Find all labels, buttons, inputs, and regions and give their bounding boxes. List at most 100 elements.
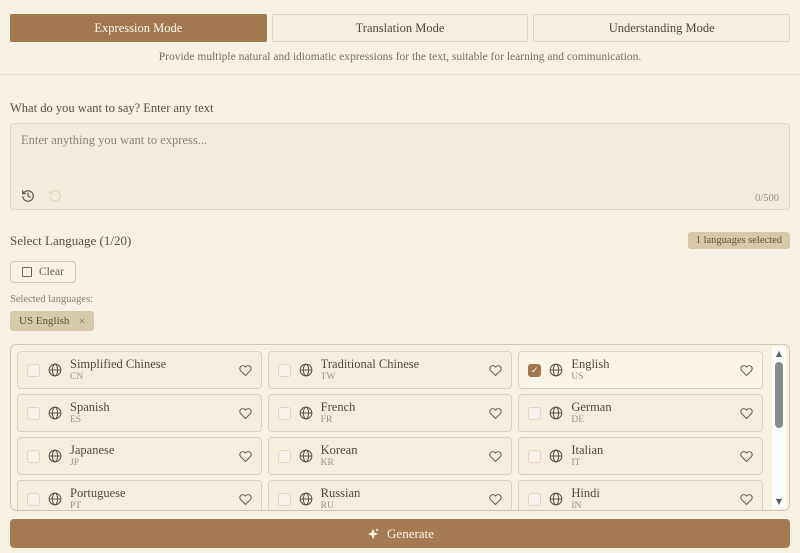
language-code: DE (571, 415, 611, 426)
scroll-down-arrow[interactable]: ▼ (772, 495, 786, 508)
heart-icon[interactable] (239, 450, 252, 463)
language-name: Traditional Chinese (321, 357, 420, 372)
tab-understanding-mode[interactable]: Understanding Mode (533, 14, 790, 42)
language-card[interactable]: ✓ German DE (518, 394, 763, 432)
language-name: Simplified Chinese (70, 357, 166, 372)
language-text: German DE (571, 400, 611, 426)
heart-icon[interactable] (740, 450, 753, 463)
language-code: US (571, 372, 609, 383)
language-checkbox[interactable]: ✓ (27, 364, 40, 377)
char-counter: 0/500 (755, 193, 779, 204)
language-card[interactable]: ✓ Italian IT (518, 437, 763, 475)
heart-icon[interactable] (740, 364, 753, 377)
globe-icon (48, 406, 62, 420)
globe-icon (549, 406, 563, 420)
language-text: Simplified Chinese CN (70, 357, 166, 383)
language-text: French FR (321, 400, 356, 426)
language-name: Spanish (70, 400, 110, 415)
heart-icon[interactable] (489, 364, 502, 377)
language-checkbox[interactable]: ✓ (528, 493, 541, 506)
language-card[interactable]: ✓ Simplified Chinese CN (17, 351, 262, 389)
language-checkbox[interactable]: ✓ (27, 450, 40, 463)
generate-button-label: Generate (387, 526, 434, 542)
heart-icon[interactable] (489, 450, 502, 463)
text-input-wrap: 0/500 (10, 123, 790, 210)
language-checkbox[interactable]: ✓ (27, 407, 40, 420)
language-code: JP (70, 458, 114, 469)
language-card[interactable]: ✓ French FR (268, 394, 513, 432)
language-name: Hindi (571, 486, 599, 501)
tab-expression-mode[interactable]: Expression Mode (10, 14, 267, 42)
language-name: English (571, 357, 609, 372)
scroll-up-arrow[interactable]: ▲ (772, 347, 786, 360)
scrollbar-thumb[interactable] (775, 362, 783, 428)
language-text: Korean KR (321, 443, 358, 469)
language-code: RU (321, 501, 361, 511)
language-code: KR (321, 458, 358, 469)
language-checkbox[interactable]: ✓ (528, 407, 541, 420)
language-name: Japanese (70, 443, 114, 458)
heart-icon[interactable] (489, 407, 502, 420)
heart-icon[interactable] (239, 493, 252, 506)
language-card[interactable]: ✓ English US (518, 351, 763, 389)
language-checkbox[interactable]: ✓ (278, 407, 291, 420)
language-code: IN (571, 501, 599, 511)
language-checkbox[interactable]: ✓ (27, 493, 40, 506)
globe-icon (549, 363, 563, 377)
mode-tabs: Expression Mode Translation Mode Underst… (10, 14, 790, 42)
globe-icon (299, 363, 313, 377)
checkmark-icon: ✓ (531, 366, 539, 375)
language-name: Portuguese (70, 486, 126, 501)
language-checkbox[interactable]: ✓ (278, 493, 291, 506)
language-checkbox[interactable]: ✓ (278, 450, 291, 463)
language-code: PT (70, 501, 126, 511)
languages-selected-badge: 1 languages selected (688, 232, 790, 249)
heart-icon[interactable] (239, 407, 252, 420)
heart-icon[interactable] (740, 407, 753, 420)
tab-translation-mode[interactable]: Translation Mode (272, 14, 529, 42)
language-checkbox[interactable]: ✓ (528, 450, 541, 463)
language-code: ES (70, 415, 110, 426)
language-section-header: Select Language (1/20) 1 languages selec… (10, 232, 790, 249)
language-text: English US (571, 357, 609, 383)
globe-icon (48, 492, 62, 506)
generate-button[interactable]: Generate (10, 519, 790, 548)
selected-language-chip: US English × (10, 311, 94, 331)
heart-icon[interactable] (740, 493, 753, 506)
scrollbar[interactable]: ▲ ▼ (772, 346, 786, 509)
history-icon[interactable] (21, 189, 35, 203)
language-checkbox[interactable]: ✓ (528, 364, 541, 377)
heart-icon[interactable] (239, 364, 252, 377)
chip-close-icon[interactable]: × (78, 315, 85, 327)
selected-languages-label: Selected languages: (10, 294, 790, 305)
language-name: Russian (321, 486, 361, 501)
globe-icon (299, 492, 313, 506)
mode-description: Provide multiple natural and idiomatic e… (10, 51, 790, 63)
language-text: Hindi IN (571, 486, 599, 511)
language-code: IT (571, 458, 603, 469)
clear-button[interactable]: Clear (10, 261, 76, 283)
language-grid: ✓ Simplified Chinese CN ✓ Traditional Ch (17, 351, 763, 511)
expression-textarea[interactable] (11, 124, 789, 182)
language-card[interactable]: ✓ Spanish ES (17, 394, 262, 432)
language-code: TW (321, 372, 420, 383)
clear-button-label: Clear (39, 266, 64, 278)
language-card[interactable]: ✓ Russian RU (268, 480, 513, 511)
globe-icon (48, 449, 62, 463)
language-code: FR (321, 415, 356, 426)
globe-icon (48, 363, 62, 377)
language-card[interactable]: ✓ Traditional Chinese TW (268, 351, 513, 389)
globe-icon (549, 449, 563, 463)
language-card[interactable]: ✓ Korean KR (268, 437, 513, 475)
heart-icon[interactable] (489, 493, 502, 506)
language-list-container: ✓ Simplified Chinese CN ✓ Traditional Ch (10, 344, 790, 511)
language-text: Portuguese PT (70, 486, 126, 511)
language-card[interactable]: ✓ Japanese JP (17, 437, 262, 475)
language-card[interactable]: ✓ Portuguese PT (17, 480, 262, 511)
language-card[interactable]: ✓ Hindi IN (518, 480, 763, 511)
globe-icon (299, 406, 313, 420)
textarea-tools (21, 189, 62, 203)
language-checkbox[interactable]: ✓ (278, 364, 291, 377)
language-name: German (571, 400, 611, 415)
language-text: Spanish ES (70, 400, 110, 426)
